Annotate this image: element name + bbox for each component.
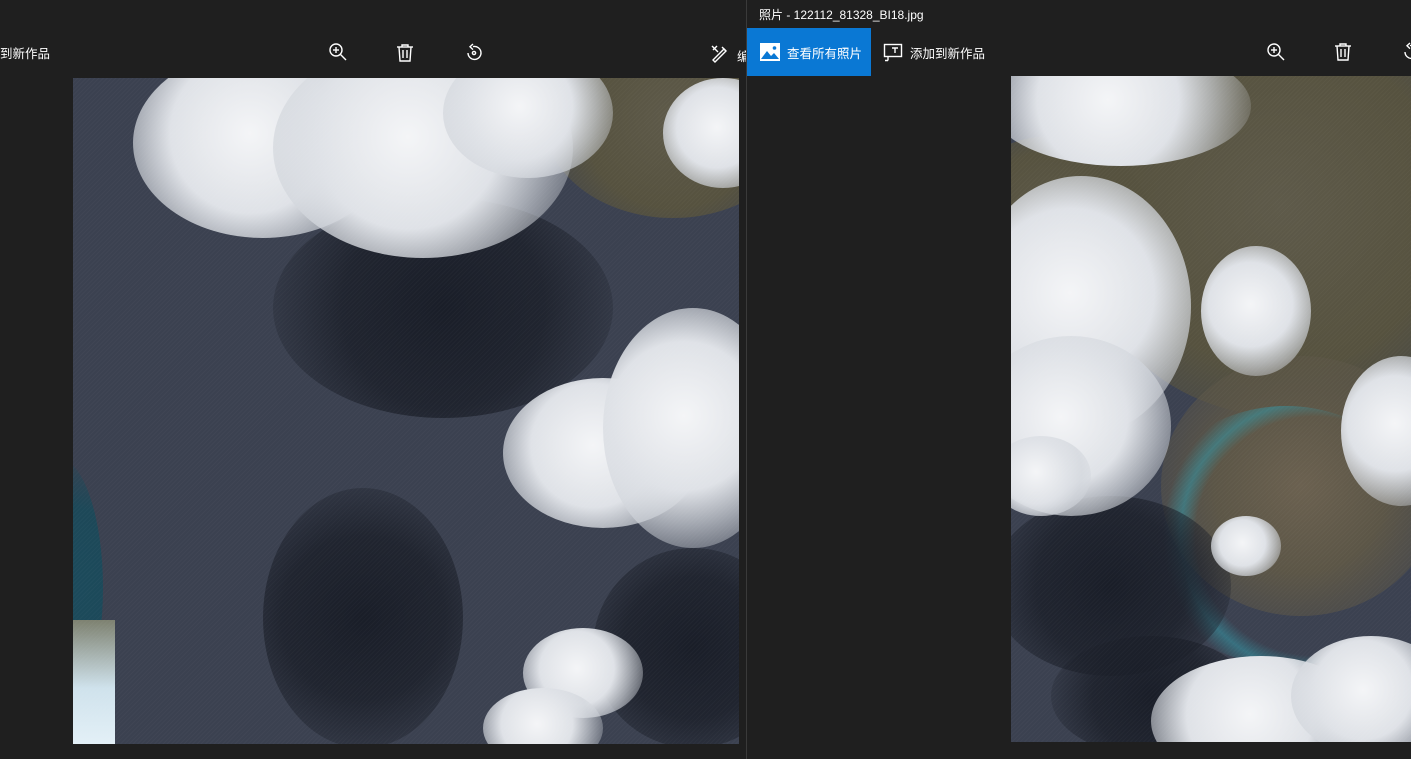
zoom-in-icon [1267,43,1285,61]
rotate-button[interactable] [454,33,494,73]
add-to-creation-icon [883,43,903,62]
view-all-photos-button[interactable]: 查看所有照片 [747,28,871,76]
photos-icon [760,43,780,61]
left-toolbar: 到新作品 编 [0,28,746,76]
delete-button[interactable] [1323,32,1363,72]
thumbnail-strip [73,620,115,744]
delete-icon [1335,43,1351,61]
add-to-new-creation-button[interactable]: 添加到新作品 [883,28,985,76]
rotate-icon [1404,42,1411,60]
title-bar: 照片 - 122112_81328_BI18.jpg [747,0,1411,28]
view-all-photos-label: 查看所有照片 [787,46,863,61]
satellite-photo [1011,76,1411,742]
edit-create-label: 编 [737,50,746,64]
add-to-new-creation-label: 添加到新作品 [910,46,986,61]
rotate-button[interactable] [1391,32,1411,72]
zoom-in-button[interactable] [1256,32,1296,72]
photos-window-left: 到新作品 编 [0,0,746,759]
edit-create-button[interactable] [700,33,740,73]
window-title: 照片 - 122112_81328_BI18.jpg [759,8,924,22]
rotate-icon [467,43,482,61]
add-to-creation-label: 到新作品 [0,46,51,61]
zoom-in-icon [329,43,347,61]
edit-icon [711,45,727,63]
right-toolbar: 查看所有照片 添加到新作品 [747,28,1411,76]
delete-icon [397,44,413,62]
delete-button[interactable] [385,33,425,73]
photos-window-right: 照片 - 122112_81328_BI18.jpg 查看所有照片 添加到新作品 [747,0,1411,759]
zoom-in-button[interactable] [318,32,358,72]
add-to-creation-button[interactable]: 到新作品 [0,28,50,76]
satellite-photo [73,78,739,744]
